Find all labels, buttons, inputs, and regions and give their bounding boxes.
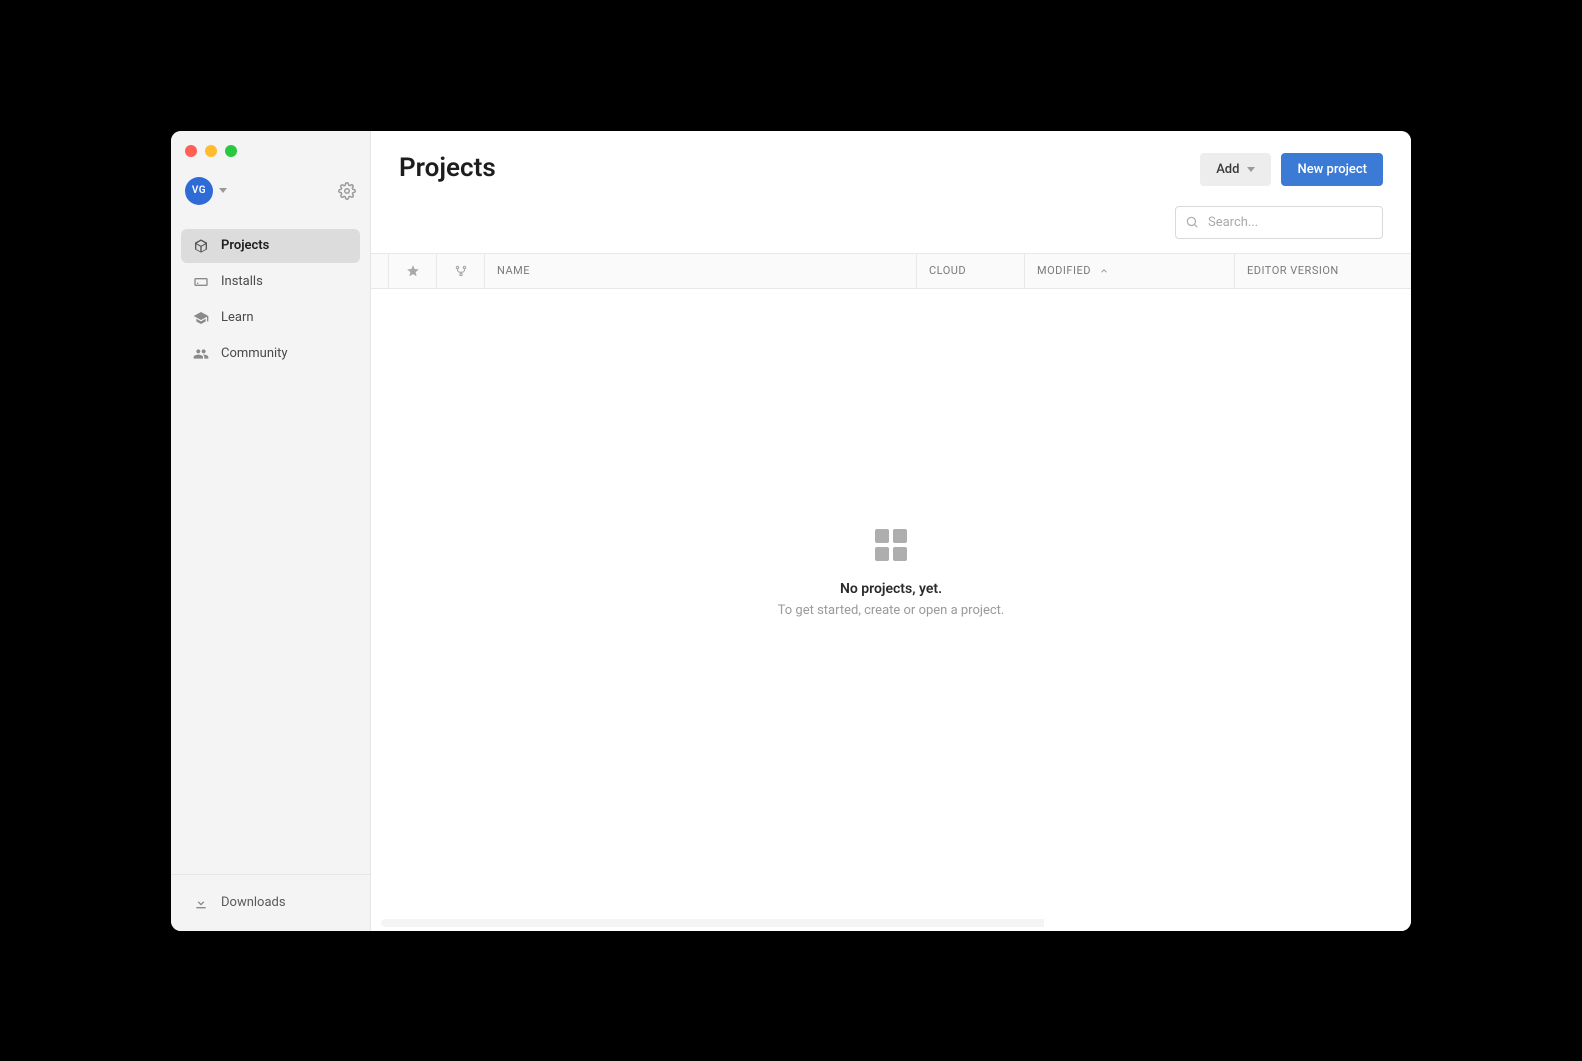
cube-icon	[193, 238, 209, 254]
avatar: VG	[185, 177, 213, 205]
grid-icon	[875, 529, 907, 561]
empty-state: No projects, yet. To get started, create…	[371, 289, 1411, 919]
maximize-window-button[interactable]	[225, 145, 237, 157]
sidebar-item-label: Community	[221, 346, 288, 361]
sidebar-item-community[interactable]: Community	[181, 337, 360, 371]
empty-title: No projects, yet.	[840, 581, 942, 597]
minimize-window-button[interactable]	[205, 145, 217, 157]
column-label: EDITOR VERSION	[1247, 264, 1339, 277]
search-icon	[1185, 215, 1199, 229]
sidebar-item-label: Learn	[221, 310, 254, 325]
page-title: Projects	[399, 153, 496, 183]
add-button[interactable]: Add	[1200, 153, 1271, 186]
star-icon	[406, 264, 420, 278]
column-modified[interactable]: MODIFIED	[1025, 254, 1235, 288]
sidebar-item-projects[interactable]: Projects	[181, 229, 360, 263]
column-version-control[interactable]	[437, 254, 485, 288]
column-name[interactable]: NAME	[485, 254, 917, 288]
column-label: NAME	[497, 264, 530, 277]
sidebar: VG Projects Installs	[171, 131, 371, 931]
window-controls	[171, 131, 370, 167]
add-button-label: Add	[1216, 162, 1239, 177]
user-menu[interactable]: VG	[185, 177, 227, 205]
sidebar-item-label: Projects	[221, 238, 269, 253]
empty-subtitle: To get started, create or open a project…	[778, 603, 1005, 618]
app-window: VG Projects Installs	[171, 131, 1411, 931]
column-cloud[interactable]: CLOUD	[917, 254, 1025, 288]
search-input[interactable]	[1175, 206, 1383, 239]
sidebar-item-label: Installs	[221, 274, 263, 289]
sidebar-item-installs[interactable]: Installs	[181, 265, 360, 299]
user-row: VG	[171, 167, 370, 221]
page-header: Projects Add New project	[371, 131, 1411, 196]
sidebar-item-learn[interactable]: Learn	[181, 301, 360, 335]
column-editor-version[interactable]: EDITOR VERSION	[1235, 254, 1411, 288]
graduation-cap-icon	[193, 310, 209, 326]
sort-ascending-icon	[1099, 266, 1109, 276]
sidebar-footer: Downloads	[171, 874, 370, 931]
sidebar-nav: Projects Installs Learn Community	[171, 221, 370, 874]
column-label: CLOUD	[929, 264, 966, 277]
new-project-button[interactable]: New project	[1281, 153, 1383, 186]
column-favorite[interactable]	[389, 254, 437, 288]
download-icon	[193, 895, 209, 911]
branch-icon	[454, 264, 468, 278]
chevron-down-icon	[1247, 167, 1255, 172]
header-actions: Add New project	[1200, 153, 1383, 186]
settings-button[interactable]	[338, 182, 356, 200]
search-box	[1175, 206, 1383, 239]
column-label: MODIFIED	[1037, 264, 1091, 277]
gear-icon	[338, 182, 356, 200]
search-row	[371, 196, 1411, 253]
people-icon	[193, 346, 209, 362]
table-header: NAME CLOUD MODIFIED EDITOR VERSION	[371, 253, 1411, 289]
sidebar-item-downloads[interactable]: Downloads	[181, 887, 360, 919]
drive-icon	[193, 274, 209, 290]
sidebar-item-label: Downloads	[221, 895, 286, 910]
column-spacer	[371, 254, 389, 288]
horizontal-scrollbar[interactable]	[381, 919, 1401, 927]
main-content: Projects Add New project	[371, 131, 1411, 931]
new-project-button-label: New project	[1297, 162, 1367, 177]
chevron-down-icon	[219, 188, 227, 193]
close-window-button[interactable]	[185, 145, 197, 157]
